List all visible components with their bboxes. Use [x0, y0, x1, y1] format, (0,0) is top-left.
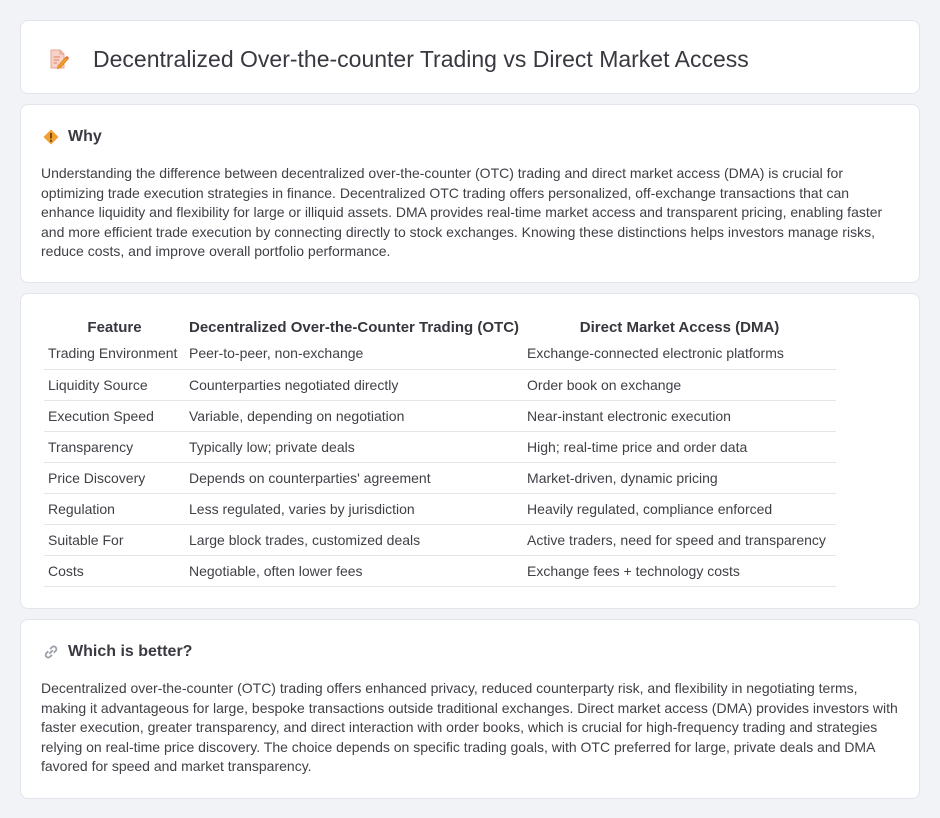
- otc-cell: Large block trades, customized deals: [185, 524, 524, 556]
- otc-cell: Variable, depending on negotiation: [185, 400, 524, 432]
- table-row: Transparency Typically low; private deal…: [44, 431, 837, 463]
- dma-cell: Market-driven, dynamic pricing: [523, 462, 837, 494]
- dma-cell: Order book on exchange: [523, 369, 837, 401]
- why-title: Why: [68, 128, 102, 145]
- table-header-row: Feature Decentralized Over-the-Counter T…: [44, 316, 836, 338]
- header-dma: Direct Market Access (DMA): [579, 318, 780, 336]
- otc-cell: Negotiable, often lower fees: [185, 555, 524, 587]
- feature-cell: Transparency: [44, 431, 185, 463]
- feature-cell: Liquidity Source: [44, 369, 185, 401]
- feature-cell: Regulation: [44, 493, 185, 525]
- feature-cell: Trading Environment: [44, 338, 185, 370]
- dma-cell: Near-instant electronic execution: [523, 400, 837, 432]
- comparison-section: Feature Decentralized Over-the-Counter T…: [20, 293, 920, 609]
- table-row: Liquidity Source Counterparties negotiat…: [44, 369, 837, 401]
- table-row: Regulation Less regulated, varies by jur…: [44, 493, 837, 525]
- dma-cell: Heavily regulated, compliance enforced: [523, 493, 837, 525]
- better-heading: Which is better?: [43, 642, 192, 662]
- table-row: Trading Environment Peer-to-peer, non-ex…: [44, 338, 837, 370]
- dma-cell: High; real-time price and order data: [523, 431, 837, 463]
- feature-cell: Suitable For: [44, 524, 185, 556]
- feature-cell: Execution Speed: [44, 400, 185, 432]
- comparison-table: Feature Decentralized Over-the-Counter T…: [44, 316, 837, 587]
- page: Decentralized Over-the-counter Trading v…: [0, 0, 940, 818]
- dma-cell: Exchange fees + technology costs: [523, 555, 837, 587]
- table-row: Price Discovery Depends on counterpartie…: [44, 462, 837, 494]
- otc-cell: Typically low; private deals: [185, 431, 524, 463]
- why-section: Why Understanding the difference between…: [20, 104, 920, 283]
- dma-cell: Active traders, need for speed and trans…: [523, 524, 837, 556]
- otc-cell: Less regulated, varies by jurisdiction: [185, 493, 524, 525]
- better-title: Which is better?: [68, 643, 193, 660]
- page-title: Decentralized Over-the-counter Trading v…: [93, 46, 749, 72]
- why-heading: Why: [43, 127, 102, 147]
- better-text: Decentralized over-the-counter (OTC) tra…: [41, 680, 898, 774]
- document-pen-icon: [47, 48, 69, 70]
- link-icon: [43, 644, 59, 660]
- otc-cell: Depends on counterparties' agreement: [185, 462, 524, 494]
- which-is-better-section: Which is better? Decentralized over-the-…: [20, 619, 920, 799]
- otc-cell: Counterparties negotiated directly: [185, 369, 524, 401]
- feature-cell: Costs: [44, 555, 185, 587]
- table-row: Suitable For Large block trades, customi…: [44, 524, 837, 556]
- table-row: Execution Speed Variable, depending on n…: [44, 400, 837, 432]
- table-row: Costs Negotiable, often lower fees Excha…: [44, 555, 837, 587]
- dma-cell: Exchange-connected electronic platforms: [523, 338, 837, 370]
- feature-cell: Price Discovery: [44, 462, 185, 494]
- why-text: Understanding the difference between dec…: [41, 165, 883, 259]
- header-card: Decentralized Over-the-counter Trading v…: [20, 20, 920, 94]
- diamond-warning-icon: [43, 129, 59, 145]
- otc-cell: Peer-to-peer, non-exchange: [185, 338, 524, 370]
- header-feature: Feature: [87, 318, 142, 336]
- header-otc: Decentralized Over-the-Counter Trading (…: [189, 318, 520, 336]
